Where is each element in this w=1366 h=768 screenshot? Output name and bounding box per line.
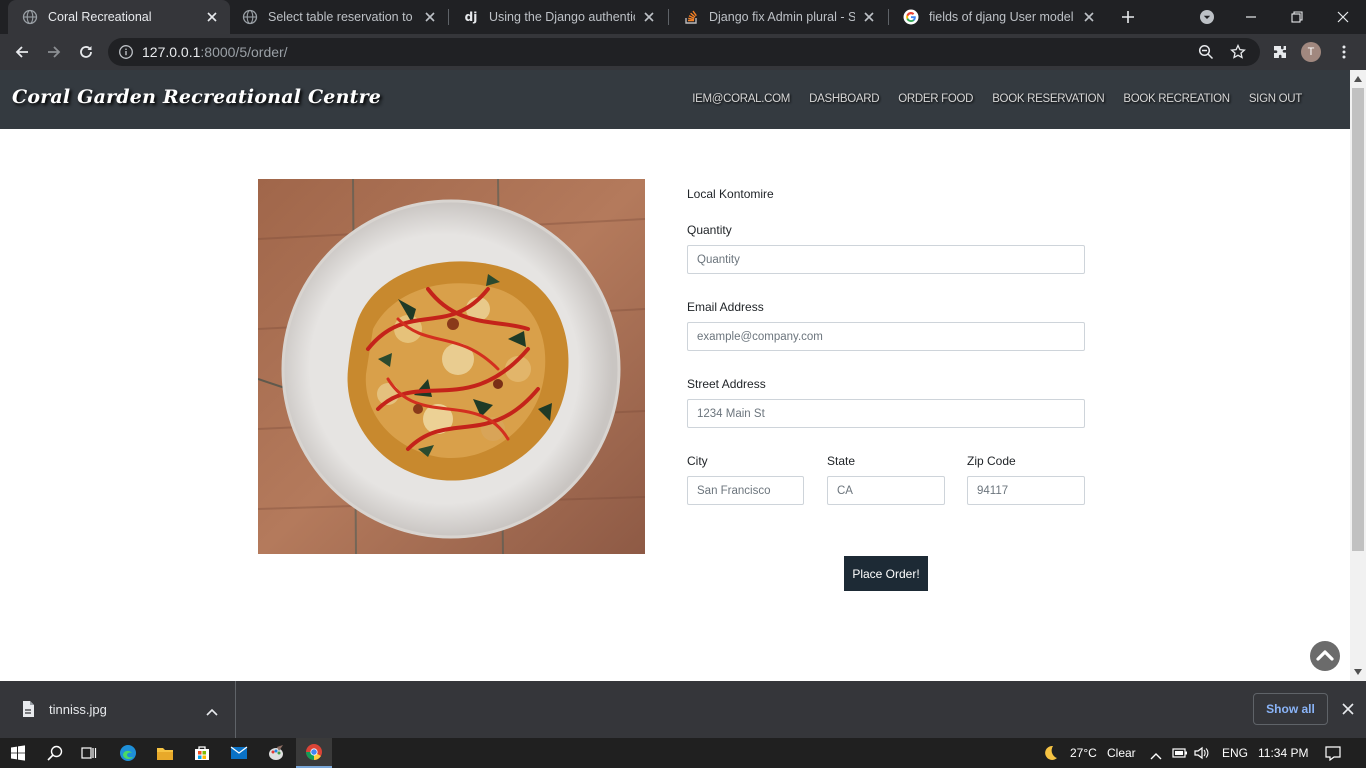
paint-icon[interactable] <box>259 738 293 768</box>
minimize-icon[interactable] <box>1228 0 1274 34</box>
quantity-input[interactable] <box>687 245 1085 274</box>
forward-button[interactable] <box>40 38 68 66</box>
tab-title: fields of djang User model - ( <box>929 10 1075 24</box>
google-icon <box>903 9 919 25</box>
close-tab-icon[interactable] <box>1081 9 1097 25</box>
extensions-icon[interactable] <box>1266 38 1294 66</box>
tray-chevron-up-icon[interactable] <box>1150 749 1162 763</box>
file-icon <box>22 701 34 720</box>
tab-title: Select table reservation to ch <box>268 10 416 24</box>
url-host: 127.0.0.1 <box>142 44 201 60</box>
edge-browser-icon[interactable] <box>111 738 145 768</box>
tab-django-authentication[interactable]: dj Using the Django authenticat <box>449 0 667 34</box>
email-label: Email Address <box>687 300 764 314</box>
bookmark-star-icon[interactable] <box>1230 43 1246 63</box>
task-view-icon[interactable] <box>72 738 106 768</box>
close-tab-icon[interactable] <box>641 9 657 25</box>
city-input[interactable] <box>687 476 804 505</box>
browser-toolbar: 127.0.0.1:8000/5/order/ T <box>0 34 1366 70</box>
close-downloads-icon[interactable] <box>1342 703 1354 718</box>
email-input[interactable] <box>687 322 1085 351</box>
store-icon[interactable] <box>185 738 219 768</box>
zip-code-label: Zip Code <box>967 454 1016 468</box>
scroll-up-arrow-icon[interactable] <box>1354 76 1362 82</box>
close-tab-icon[interactable] <box>422 9 438 25</box>
tab-coral-recreational[interactable]: Coral Recreational <box>8 0 230 34</box>
profile-avatar[interactable]: T <box>1301 42 1321 62</box>
scrollbar-thumb[interactable] <box>1352 88 1364 551</box>
windows-start-icon[interactable] <box>0 738 36 768</box>
tab-search-button[interactable] <box>1184 0 1230 34</box>
tab-title: Using the Django authenticat <box>489 10 635 24</box>
street-address-label: Street Address <box>687 377 766 391</box>
scroll-to-top-button[interactable] <box>1310 641 1340 671</box>
tab-title: Django fix Admin plural - Sta <box>709 10 855 24</box>
django-icon: dj <box>464 10 478 24</box>
globe-icon <box>22 9 38 25</box>
weather-temperature[interactable]: 27°C <box>1070 746 1097 760</box>
page-scrollbar[interactable] <box>1350 70 1366 681</box>
battery-icon[interactable] <box>1172 747 1188 762</box>
download-item[interactable]: tinniss.jpg <box>0 681 236 738</box>
chrome-taskbar-icon[interactable] <box>296 738 332 768</box>
weather-moon-icon <box>1041 744 1059 765</box>
tab-select-table-reservation[interactable]: Select table reservation to ch <box>228 0 448 34</box>
weather-condition[interactable]: Clear <box>1107 746 1136 760</box>
restore-icon[interactable] <box>1274 0 1320 34</box>
food-item-name: Local Kontomire <box>687 187 774 201</box>
url-path: :8000/5/order/ <box>200 44 288 60</box>
nav-sign-out[interactable]: SIGN OUT <box>1249 93 1302 105</box>
file-explorer-icon[interactable] <box>148 738 182 768</box>
close-window-icon[interactable] <box>1320 0 1366 34</box>
close-tab-icon[interactable] <box>861 9 877 25</box>
tab-fields-of-django-user-model[interactable]: fields of djang User model - ( <box>889 0 1107 34</box>
nav-user-email[interactable]: IEM@CORAL.COM <box>692 93 790 105</box>
place-order-button[interactable]: Place Order! <box>844 556 928 591</box>
site-info-icon[interactable] <box>118 44 134 63</box>
nav-book-recreation[interactable]: BOOK RECREATION <box>1123 93 1230 105</box>
back-button[interactable] <box>8 38 36 66</box>
stackoverflow-icon <box>683 9 699 25</box>
new-tab-button[interactable] <box>1118 7 1138 27</box>
speaker-icon[interactable] <box>1194 746 1210 763</box>
order-page: Local Kontomire Quantity Email Address S… <box>0 129 1350 681</box>
scroll-down-arrow-icon[interactable] <box>1354 669 1362 675</box>
tab-django-fix-admin-plural[interactable]: Django fix Admin plural - Sta <box>669 0 887 34</box>
city-label: City <box>687 454 708 468</box>
chrome-menu-icon[interactable] <box>1330 38 1358 66</box>
zip-code-input[interactable] <box>967 476 1085 505</box>
search-icon[interactable] <box>38 738 72 768</box>
nav-book-reservation[interactable]: BOOK RESERVATION <box>992 93 1104 105</box>
state-label: State <box>827 454 856 468</box>
chevron-up-icon[interactable] <box>206 705 218 719</box>
windows-taskbar: 27°C Clear ENG 11:34 PM <box>0 738 1366 768</box>
food-image <box>258 179 645 554</box>
browser-tab-strip: Coral Recreational Select table reservat… <box>0 0 1366 34</box>
downloads-bar: tinniss.jpg Show all <box>0 681 1366 738</box>
nav-order-food[interactable]: ORDER FOOD <box>898 93 973 105</box>
nav-links: IEM@CORAL.COM DASHBOARD ORDER FOOD BOOK … <box>673 93 1302 105</box>
zoom-icon[interactable] <box>1198 44 1214 63</box>
mail-icon[interactable] <box>222 738 256 768</box>
download-file-name: tinniss.jpg <box>49 702 107 717</box>
nav-dashboard[interactable]: DASHBOARD <box>809 93 879 105</box>
show-all-downloads-button[interactable]: Show all <box>1253 693 1328 725</box>
input-language[interactable]: ENG <box>1222 746 1248 760</box>
site-brand[interactable]: Coral Garden Recreational Centre <box>12 86 381 108</box>
globe-icon <box>242 9 258 25</box>
system-clock[interactable]: 11:34 PM <box>1258 746 1308 760</box>
address-bar[interactable]: 127.0.0.1:8000/5/order/ <box>108 38 1260 66</box>
state-input[interactable] <box>827 476 945 505</box>
chevron-up-icon <box>1316 650 1334 661</box>
reload-button[interactable] <box>72 38 100 66</box>
close-tab-icon[interactable] <box>204 9 220 25</box>
tab-title: Coral Recreational <box>48 10 152 24</box>
site-navbar: Coral Garden Recreational Centre IEM@COR… <box>0 70 1350 129</box>
quantity-label: Quantity <box>687 223 732 237</box>
street-address-input[interactable] <box>687 399 1085 428</box>
notifications-icon[interactable] <box>1325 745 1341 764</box>
url-text: 127.0.0.1:8000/5/order/ <box>142 44 288 60</box>
